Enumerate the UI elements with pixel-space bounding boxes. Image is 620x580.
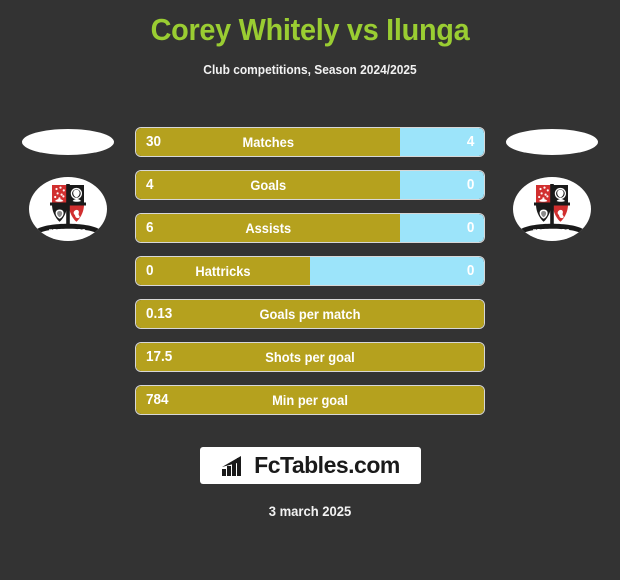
fctables-logo-text: FcTables.com [254, 452, 400, 478]
page-subtitle: Club competitions, Season 2024/2025 [203, 62, 417, 77]
stat-row: 0 0 Hattricks [136, 257, 484, 285]
stat-comparison-list: 30 4 Matches 4 0 Goals 6 0 Assists 0 0 Hattricks 0.1… [136, 128, 484, 429]
stat-row: 17.5 Shots per goal [136, 343, 484, 371]
stat-row: 6 0 Assists [136, 214, 484, 242]
stat-right-value: 0 [466, 262, 474, 279]
stat-label: Matches [242, 134, 295, 150]
right-decorative-ellipse [506, 129, 598, 155]
svg-text:BROMLEY F.C.: BROMLEY F.C. [49, 229, 87, 235]
stat-label: Goals [250, 177, 287, 193]
bromley-fc-crest-icon: BROMLEY F.C. [37, 183, 99, 235]
left-decorative-ellipse [22, 129, 114, 155]
svg-text:BROMLEY F.C.: BROMLEY F.C. [533, 229, 571, 235]
stat-label: Hattricks [195, 263, 251, 279]
left-club-badge: BROMLEY F.C. [29, 177, 107, 241]
stat-label: Goals per match [259, 306, 361, 322]
stat-row: 4 0 Goals [136, 171, 484, 199]
generated-date: 3 march 2025 [268, 503, 352, 519]
stat-right-value: 0 [466, 176, 474, 193]
stat-right-value: 0 [466, 219, 474, 236]
bromley-fc-crest-icon: BROMLEY F.C. [521, 183, 583, 235]
stat-row: 30 4 Matches [136, 128, 484, 156]
stat-label: Shots per goal [265, 349, 355, 365]
stat-label: Assists [245, 220, 292, 236]
right-club-badge: BROMLEY F.C. [513, 177, 591, 241]
bar-chart-growth-icon [222, 455, 242, 476]
stat-right-value: 4 [466, 133, 474, 150]
stat-row: 784 Min per goal [136, 386, 484, 414]
stat-bar-right-fill [310, 257, 484, 285]
stat-row: 0.13 Goals per match [136, 300, 484, 328]
page-title: Corey Whitely vs Ilunga [150, 12, 470, 47]
stat-label: Min per goal [272, 392, 348, 408]
fctables-logo[interactable]: FcTables.com [200, 447, 421, 484]
